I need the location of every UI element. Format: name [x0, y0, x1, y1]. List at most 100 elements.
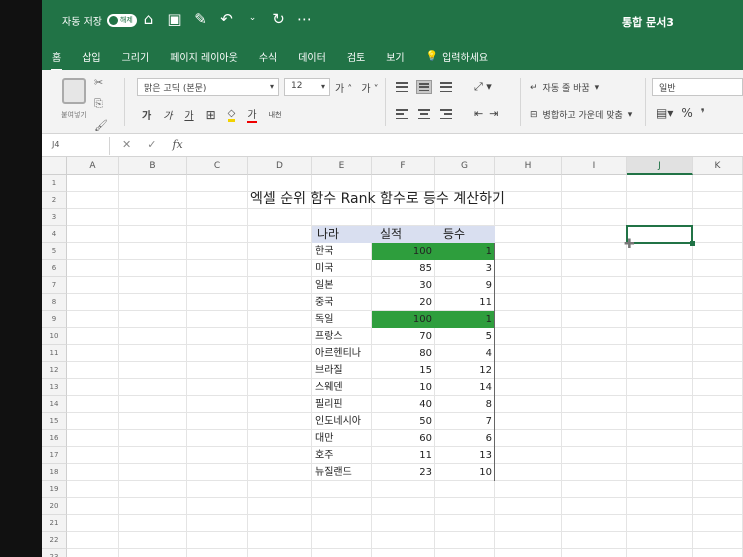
- row-header-14[interactable]: 14: [42, 396, 67, 413]
- column-header-g[interactable]: G: [435, 157, 495, 175]
- font-name-select[interactable]: 맑은 고딕 (본문) ▾: [137, 78, 279, 96]
- indent-icons[interactable]: ⇤⇥: [474, 107, 504, 120]
- cell-country[interactable]: 필리핀: [315, 396, 372, 413]
- confirm-icon[interactable]: ✓: [147, 138, 156, 151]
- tab-data[interactable]: 데이터: [298, 49, 326, 64]
- orientation-icon[interactable]: ⤢ ▾: [474, 80, 492, 94]
- cell-score[interactable]: 30: [372, 277, 435, 294]
- underline-button[interactable]: 가: [184, 107, 193, 122]
- row-header-21[interactable]: 21: [42, 515, 67, 532]
- row-header-16[interactable]: 16: [42, 430, 67, 447]
- column-header-c[interactable]: C: [187, 157, 248, 175]
- row-header-4[interactable]: 4: [42, 226, 67, 243]
- cell-rank[interactable]: 6: [435, 430, 495, 447]
- cell-rank[interactable]: 3: [435, 260, 495, 277]
- cell-country[interactable]: 호주: [315, 447, 372, 464]
- tab-draw[interactable]: 그리기: [122, 49, 150, 64]
- row-header-11[interactable]: 11: [42, 345, 67, 362]
- tab-formulas[interactable]: 수식: [259, 49, 277, 64]
- cell-score[interactable]: 70: [372, 328, 435, 345]
- cell-country[interactable]: 미국: [315, 260, 372, 277]
- cell-country[interactable]: 대만: [315, 430, 372, 447]
- format-painter-icon[interactable]: 🖌: [94, 119, 108, 132]
- cell-rank[interactable]: 10: [435, 464, 495, 481]
- wrap-text-button[interactable]: ↵ 자동 줄 바꿈 ▾: [530, 81, 599, 95]
- cell-rank[interactable]: 8: [435, 396, 495, 413]
- align-right-icon[interactable]: [438, 107, 454, 121]
- merge-center-button[interactable]: ⊟ 병합하고 가운데 맞춤 ▾: [530, 108, 632, 122]
- column-header-d[interactable]: D: [248, 157, 312, 175]
- borders-icon[interactable]: ⊞: [206, 108, 216, 122]
- row-header-1[interactable]: 1: [42, 175, 67, 192]
- paste-button[interactable]: 붙여넣기: [57, 78, 91, 128]
- column-header-a[interactable]: A: [67, 157, 119, 175]
- cell-score[interactable]: 85: [372, 260, 435, 277]
- grow-shrink-font[interactable]: 가˄ 가˅: [335, 80, 382, 95]
- cell-score[interactable]: 100: [372, 243, 435, 260]
- cell-score[interactable]: 20: [372, 294, 435, 311]
- cell-score[interactable]: 80: [372, 345, 435, 362]
- align-bottom-icon[interactable]: [438, 80, 454, 94]
- row-header-17[interactable]: 17: [42, 447, 67, 464]
- row-header-8[interactable]: 8: [42, 294, 67, 311]
- redo-icon[interactable]: ↻: [270, 10, 287, 28]
- font-size-select[interactable]: 12 ▾: [284, 78, 330, 96]
- row-header-12[interactable]: 12: [42, 362, 67, 379]
- undo-icon[interactable]: ↶: [218, 10, 235, 28]
- column-header-b[interactable]: B: [119, 157, 187, 175]
- cell-rank[interactable]: 5: [435, 328, 495, 345]
- row-header-7[interactable]: 7: [42, 277, 67, 294]
- font-color-button[interactable]: 가: [247, 106, 257, 123]
- row-header-15[interactable]: 15: [42, 413, 67, 430]
- align-top-icon[interactable]: [394, 80, 410, 94]
- cell-score[interactable]: 50: [372, 413, 435, 430]
- cell-country[interactable]: 뉴질랜드: [315, 464, 372, 481]
- autosave-control[interactable]: 자동 저장 해제: [62, 13, 137, 28]
- active-cell[interactable]: [626, 225, 693, 244]
- row-header-9[interactable]: 9: [42, 311, 67, 328]
- comma-icon[interactable]: ❜: [701, 106, 705, 120]
- cell-score[interactable]: 100: [372, 311, 435, 328]
- align-left-icon[interactable]: [394, 107, 410, 121]
- cell-rank[interactable]: 12: [435, 362, 495, 379]
- number-format-select[interactable]: 일반: [652, 78, 743, 96]
- fill-color-icon[interactable]: ◇: [227, 108, 236, 122]
- align-middle-icon[interactable]: [416, 80, 432, 94]
- percent-button[interactable]: %: [681, 106, 692, 120]
- more-icon[interactable]: ⋯: [296, 10, 313, 28]
- home-icon[interactable]: ⌂: [140, 10, 157, 28]
- bold-button[interactable]: 가: [142, 107, 151, 122]
- cell-rank[interactable]: 13: [435, 447, 495, 464]
- cell-rank[interactable]: 14: [435, 379, 495, 396]
- row-header-23[interactable]: 23: [42, 549, 67, 557]
- cell-score[interactable]: 60: [372, 430, 435, 447]
- tab-review[interactable]: 검토: [347, 49, 365, 64]
- currency-icon[interactable]: ▤▾: [656, 106, 673, 120]
- edit-icon[interactable]: ✎: [192, 10, 209, 28]
- row-header-20[interactable]: 20: [42, 498, 67, 515]
- cell-country[interactable]: 인도네시아: [315, 413, 372, 430]
- select-all-corner[interactable]: [42, 157, 67, 175]
- cell-rank[interactable]: 7: [435, 413, 495, 430]
- phonetic-button[interactable]: 내천: [269, 110, 282, 120]
- header-country[interactable]: 나라: [317, 226, 339, 243]
- row-header-22[interactable]: 22: [42, 532, 67, 549]
- column-header-k[interactable]: K: [693, 157, 743, 175]
- save-icon[interactable]: ▣: [166, 10, 183, 28]
- cell-rank[interactable]: 1: [435, 243, 495, 260]
- column-header-e[interactable]: E: [312, 157, 372, 175]
- cell-score[interactable]: 10: [372, 379, 435, 396]
- row-header-2[interactable]: 2: [42, 192, 67, 209]
- cell-country[interactable]: 아르헨티나: [315, 345, 372, 362]
- cell-rank[interactable]: 4: [435, 345, 495, 362]
- tab-view[interactable]: 보기: [386, 49, 404, 64]
- cell-country[interactable]: 브라질: [315, 362, 372, 379]
- row-header-19[interactable]: 19: [42, 481, 67, 498]
- cell-country[interactable]: 중국: [315, 294, 372, 311]
- cell-score[interactable]: 23: [372, 464, 435, 481]
- cell-rank[interactable]: 9: [435, 277, 495, 294]
- align-center-icon[interactable]: [416, 107, 432, 121]
- cell-country[interactable]: 일본: [315, 277, 372, 294]
- header-rank[interactable]: 등수: [443, 226, 465, 243]
- column-header-j[interactable]: J: [627, 157, 693, 175]
